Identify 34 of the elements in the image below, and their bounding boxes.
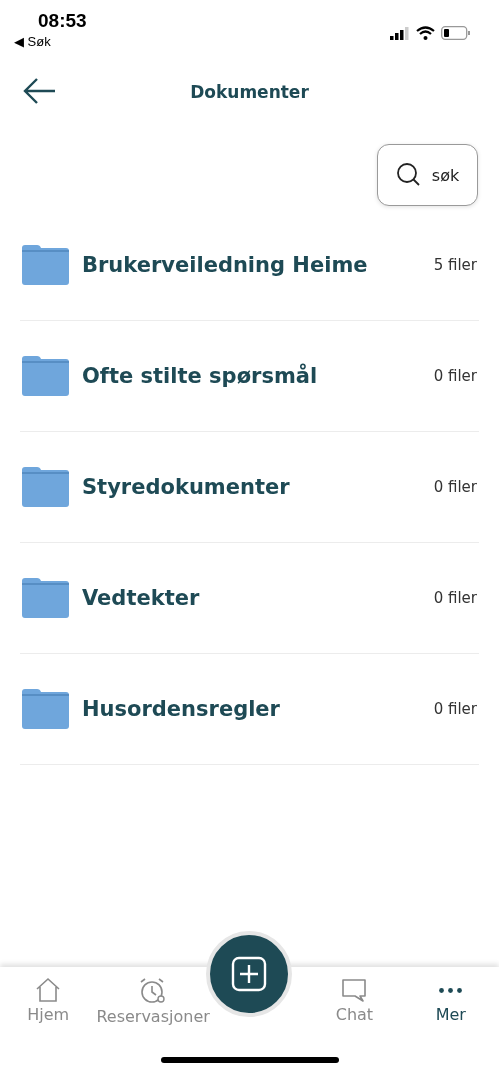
search-button[interactable]: søk xyxy=(377,144,478,206)
tab-bar-item[interactable]: Mer xyxy=(402,977,499,1026)
tab-bar-item[interactable]: Chat xyxy=(306,977,403,1026)
folder-icon xyxy=(20,466,70,508)
folder-name: Husordensregler xyxy=(82,697,281,721)
file-count: 0 filer xyxy=(433,589,477,607)
folder-row[interactable]: Ofte stilte spørsmål 0 filer xyxy=(20,321,479,432)
folder-name: Ofte stilte spørsmål xyxy=(82,364,319,388)
plus-icon xyxy=(231,956,267,992)
signal-icon xyxy=(390,26,410,40)
folder-name: Styredokumenter xyxy=(82,475,291,499)
more-icon xyxy=(439,988,463,993)
folder-row[interactable]: Husordensregler 0 filer xyxy=(20,654,479,765)
file-count: 5 filer xyxy=(433,256,477,274)
folder-name: Vedtekter xyxy=(82,586,201,610)
folder-icon xyxy=(20,688,70,730)
search-icon xyxy=(395,162,422,188)
tab-bar-item[interactable]: Reservasjoner xyxy=(96,977,210,1026)
folder-icon xyxy=(20,244,70,286)
folder-icon xyxy=(20,355,70,397)
folder-row[interactable]: Brukerveiledning Heime 5 filer xyxy=(20,210,479,321)
folder-row[interactable]: Vedtekter 0 filer xyxy=(20,543,479,654)
status-time: 08:53 xyxy=(38,10,87,32)
folder-row[interactable]: Styredokumenter 0 filer xyxy=(20,432,479,543)
back-link[interactable]: ◀ Søk xyxy=(14,34,87,49)
folder-name: Brukerveiledning Heime xyxy=(82,253,369,277)
file-count: 0 filer xyxy=(433,700,477,718)
folder-icon xyxy=(20,577,70,619)
file-count: 0 filer xyxy=(433,478,477,496)
page-title: Dokumenter xyxy=(190,82,309,102)
chat-icon xyxy=(340,977,369,1003)
file-count: 0 filer xyxy=(433,367,477,385)
battery-icon xyxy=(441,26,471,40)
wifi-icon xyxy=(416,26,435,40)
